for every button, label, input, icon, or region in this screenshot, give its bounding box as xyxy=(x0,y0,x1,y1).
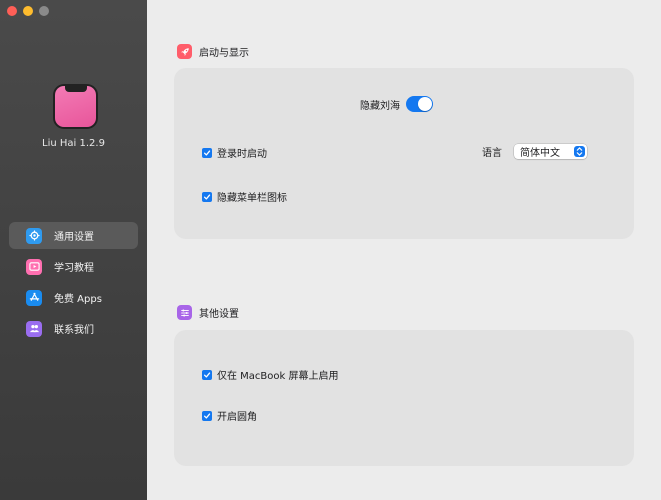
sidebar-item-free-apps[interactable]: 免费 Apps xyxy=(9,284,138,311)
launch-at-login-checkbox[interactable] xyxy=(202,147,212,158)
minimize-window-button[interactable] xyxy=(23,6,33,16)
rounded-corners-label: 开启圆角 xyxy=(217,412,257,423)
sidebar-item-label: 联系我们 xyxy=(54,325,94,336)
launch-at-login-label: 登录时启动 xyxy=(217,149,267,160)
sliders-icon xyxy=(177,305,192,320)
sidebar-item-general-settings[interactable]: 通用设置 xyxy=(9,222,138,249)
app-logo-icon xyxy=(53,84,98,129)
main-content: 启动与显示 隐藏刘海 登录时启动 语言 简体中文 隐藏菜单栏图标 其他设置 仅在… xyxy=(147,0,661,500)
app-store-icon xyxy=(26,289,42,306)
hide-menubar-icon-row[interactable]: 隐藏菜单栏图标 xyxy=(202,189,287,204)
app-window: Liu Hai 1.2.9 通用设置 学习教程 免费 Apps 联系我们 启动与… xyxy=(0,0,661,500)
hide-notch-label: 隐藏刘海 xyxy=(360,100,400,112)
section-title: 启动与显示 xyxy=(199,48,249,59)
rounded-corners-checkbox[interactable] xyxy=(202,410,212,421)
language-label: 语言 xyxy=(482,148,502,159)
hide-menubar-icon-checkbox[interactable] xyxy=(202,191,212,202)
section-header-startup: 启动与显示 xyxy=(177,44,249,59)
sidebar-nav: 通用设置 学习教程 免费 Apps 联系我们 xyxy=(9,222,138,346)
sidebar-item-tutorials[interactable]: 学习教程 xyxy=(9,253,138,280)
hide-notch-toggle[interactable] xyxy=(406,96,433,112)
launch-at-login-row[interactable]: 登录时启动 xyxy=(202,145,267,160)
section-title: 其他设置 xyxy=(199,309,239,320)
chevron-up-down-icon xyxy=(574,146,585,157)
video-icon xyxy=(26,258,42,275)
hide-menubar-icon-label: 隐藏菜单栏图标 xyxy=(217,193,287,204)
zoom-window-button[interactable] xyxy=(39,6,49,16)
macbook-only-row[interactable]: 仅在 MacBook 屏幕上启用 xyxy=(202,367,339,382)
rounded-corners-row[interactable]: 开启圆角 xyxy=(202,408,257,423)
hide-notch-row: 隐藏刘海 xyxy=(360,96,433,112)
app-version-label: Liu Hai 1.2.9 xyxy=(42,138,105,149)
macbook-only-label: 仅在 MacBook 屏幕上启用 xyxy=(217,371,339,382)
language-select[interactable]: 简体中文 xyxy=(514,144,587,159)
rocket-icon xyxy=(177,44,192,59)
sidebar-item-contact-us[interactable]: 联系我们 xyxy=(9,315,138,342)
settings-card-startup: 隐藏刘海 登录时启动 语言 简体中文 隐藏菜单栏图标 xyxy=(174,68,634,239)
language-row: 语言 简体中文 xyxy=(482,144,587,159)
sidebar-item-label: 免费 Apps xyxy=(54,294,102,305)
contact-icon xyxy=(26,320,42,337)
close-window-button[interactable] xyxy=(7,6,17,16)
sidebar-item-label: 通用设置 xyxy=(54,232,94,243)
window-controls xyxy=(7,6,49,16)
settings-card-other: 仅在 MacBook 屏幕上启用 开启圆角 xyxy=(174,330,634,466)
language-selected-value: 简体中文 xyxy=(520,148,560,159)
macbook-only-checkbox[interactable] xyxy=(202,369,212,380)
sidebar-item-label: 学习教程 xyxy=(54,263,94,274)
gear-icon xyxy=(26,227,42,244)
section-header-other: 其他设置 xyxy=(177,305,239,320)
sidebar: Liu Hai 1.2.9 通用设置 学习教程 免费 Apps 联系我们 xyxy=(0,0,147,500)
